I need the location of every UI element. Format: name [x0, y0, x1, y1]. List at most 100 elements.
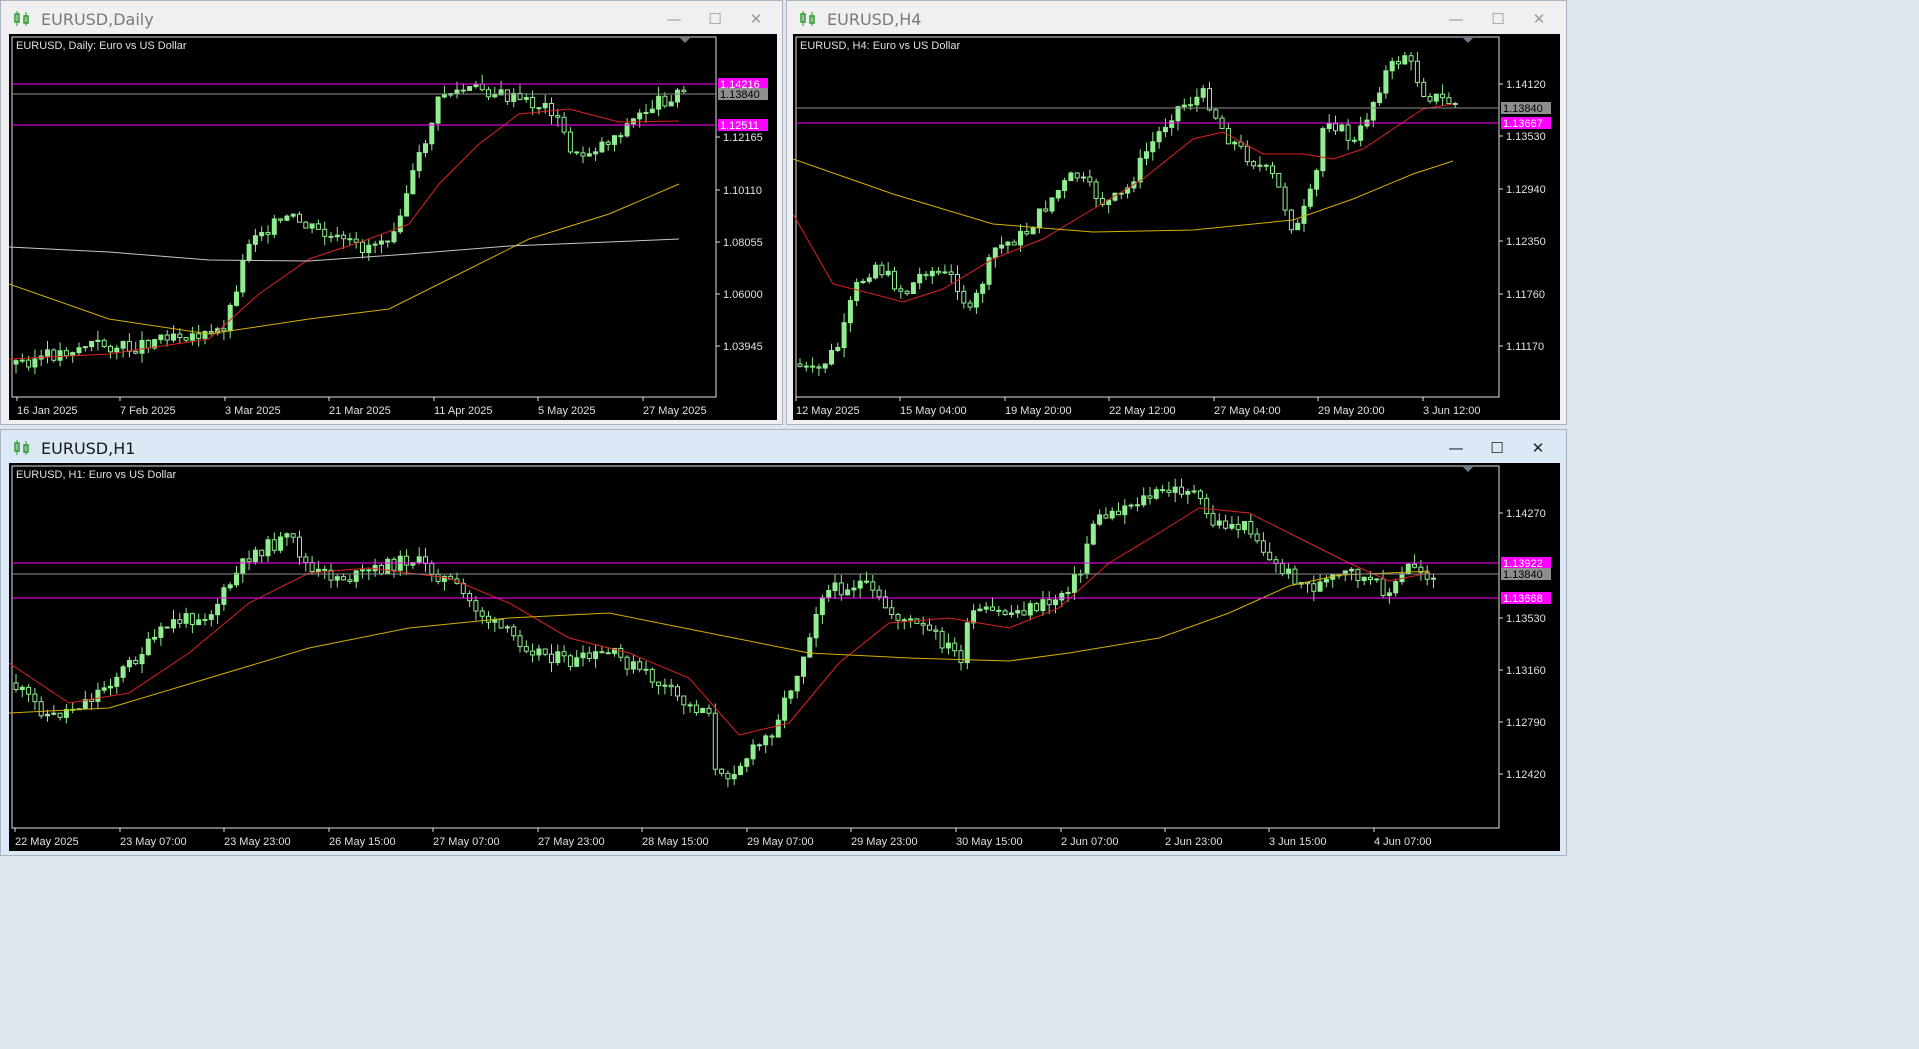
minimize-button[interactable]: —	[1445, 438, 1467, 458]
candle-body	[1034, 603, 1040, 612]
candle	[196, 324, 202, 347]
candle-body	[435, 96, 441, 124]
maximize-button[interactable]: ☐	[1487, 9, 1509, 29]
chart-canvas: EURUSD, H1: Euro vs US Dollar 1.14270 1.13…	[9, 465, 1551, 848]
candle	[1144, 142, 1149, 166]
candle	[1282, 182, 1288, 216]
price-tag-label: 1.13840	[1503, 569, 1543, 581]
price-tag-label: 1.13840	[1503, 103, 1543, 115]
chart-canvas: EURUSD, Daily: Euro vs US Dollar1.121651…	[9, 36, 768, 417]
candle	[378, 234, 384, 254]
candle	[637, 657, 643, 673]
minimize-button[interactable]: —	[1445, 9, 1467, 29]
candle-body	[467, 86, 473, 91]
candle-body	[580, 652, 586, 659]
price-chart[interactable]: EURUSD, H1: Euro vs US Dollar 1.14270 1.13…	[9, 463, 1560, 851]
candle-body	[612, 135, 617, 145]
candle-body	[567, 131, 573, 153]
candle	[866, 273, 872, 284]
chart-window-daily[interactable]: EURUSD,Daily — ☐ ✕ EURUSD, Daily: Euro v…	[0, 0, 783, 425]
candle-body	[700, 707, 706, 714]
candle-body	[435, 573, 441, 582]
trade-panel-toggle-icon	[1462, 466, 1474, 472]
candle-body	[271, 539, 277, 551]
candle	[662, 92, 668, 109]
candle	[744, 757, 750, 773]
candle-body	[901, 619, 907, 622]
candle-body	[1370, 101, 1376, 121]
x-tick-label: 23 May 07:00	[120, 836, 187, 848]
chart-window-h1[interactable]: EURUSD,H1 — ☐ ✕ EURUSD, H1: Euro vs US D…	[0, 429, 1567, 856]
candle	[536, 644, 542, 661]
close-button[interactable]: ✕	[1528, 9, 1550, 29]
price-chart[interactable]: EURUSD, H4: Euro vs US Dollar 1.14120 1.13…	[793, 34, 1560, 420]
candle	[870, 574, 876, 599]
candle-body	[284, 215, 290, 221]
candle	[410, 163, 416, 195]
candle-body	[322, 228, 328, 237]
candle	[240, 557, 246, 583]
candle-body	[1062, 180, 1068, 192]
candle-body	[1071, 574, 1077, 593]
candle-body	[1128, 504, 1134, 507]
candle	[1219, 114, 1225, 130]
candle	[892, 266, 897, 292]
candle	[1288, 209, 1294, 234]
candle	[810, 357, 816, 373]
candle	[1273, 555, 1279, 573]
candle	[1358, 116, 1364, 147]
candle	[441, 85, 447, 99]
candle	[328, 563, 334, 589]
minimize-button[interactable]: —	[663, 9, 685, 29]
candle	[668, 678, 674, 697]
candle-body	[1046, 599, 1052, 606]
candle-body	[76, 347, 82, 354]
candle-body	[687, 704, 693, 707]
window-titlebar[interactable]: EURUSD,H1 — ☐ ✕	[1, 430, 1566, 466]
candle	[1424, 565, 1430, 586]
candle-body	[1295, 222, 1301, 231]
candle-body	[567, 655, 573, 667]
candle-body	[523, 646, 529, 652]
candle-body	[1333, 123, 1338, 132]
candle	[1452, 101, 1458, 109]
candle	[675, 87, 680, 108]
maximize-button[interactable]: ☐	[1486, 438, 1508, 458]
candle-body	[360, 241, 365, 254]
candle-body	[1207, 88, 1212, 111]
maximize-button[interactable]: ☐	[704, 9, 726, 29]
x-tick-label: 28 May 15:00	[642, 836, 709, 848]
candle-body	[1191, 490, 1197, 493]
candle	[719, 768, 725, 777]
close-button[interactable]: ✕	[1527, 438, 1549, 458]
candle-body	[95, 689, 101, 702]
window-titlebar[interactable]: EURUSD,Daily — ☐ ✕	[1, 1, 782, 37]
candle-body	[265, 539, 271, 557]
candle	[1421, 77, 1427, 98]
candle	[1090, 520, 1096, 546]
close-button[interactable]: ✕	[745, 9, 767, 29]
candle-body	[1150, 141, 1156, 153]
candle	[731, 765, 737, 786]
candle-body	[1380, 578, 1386, 596]
candle	[38, 696, 44, 719]
candle	[955, 265, 960, 300]
candle-body	[1053, 599, 1058, 606]
candle	[1431, 573, 1436, 589]
candle-body	[788, 690, 794, 699]
candle	[1295, 219, 1301, 231]
candle	[1323, 575, 1329, 588]
chart-window-h4[interactable]: EURUSD,H4 — ☐ ✕ EURUSD, H4: Euro vs US D…	[786, 0, 1567, 425]
candle-body	[1172, 486, 1178, 493]
candle-body	[297, 536, 302, 558]
candle	[1345, 119, 1351, 150]
candle	[794, 675, 800, 699]
x-tick-label: 12 May 2025	[796, 405, 860, 417]
candle-body	[580, 152, 586, 157]
candle	[1103, 507, 1109, 519]
price-chart[interactable]: EURUSD, Daily: Euro vs US Dollar 1.12165 1…	[9, 34, 777, 420]
candle-body	[202, 331, 208, 339]
candle	[152, 629, 158, 643]
candle	[826, 584, 832, 603]
window-titlebar[interactable]: EURUSD,H4 — ☐ ✕	[787, 1, 1566, 37]
